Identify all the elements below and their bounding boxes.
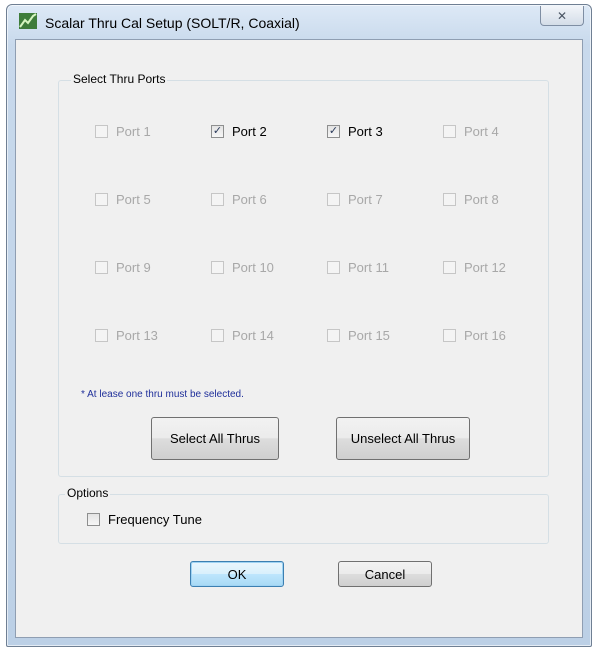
port-checkbox-11[interactable]: Port 11	[327, 260, 389, 275]
port-label: Port 6	[232, 192, 267, 207]
thru-ports-group-label: Select Thru Ports	[71, 72, 168, 86]
ok-button[interactable]: OK	[190, 561, 284, 587]
port-checkbox-3[interactable]: ✓ Port 3	[327, 124, 383, 139]
port-checkbox-2[interactable]: ✓ Port 2	[211, 124, 267, 139]
window-title: Scalar Thru Cal Setup (SOLT/R, Coaxial)	[45, 15, 300, 31]
checkbox-box[interactable]	[443, 193, 456, 206]
port-label: Port 9	[116, 260, 151, 275]
port-label: Port 4	[464, 124, 499, 139]
port-checkbox-13[interactable]: Port 13	[95, 328, 158, 343]
port-checkbox-9[interactable]: Port 9	[95, 260, 151, 275]
close-button[interactable]: ✕	[540, 6, 584, 26]
port-checkbox-5[interactable]: Port 5	[95, 192, 151, 207]
port-label: Port 1	[116, 124, 151, 139]
port-label: Port 15	[348, 328, 390, 343]
checkbox-box-checked[interactable]: ✓	[327, 125, 340, 138]
checkbox-box[interactable]	[211, 261, 224, 274]
frequency-tune-label: Frequency Tune	[108, 512, 202, 527]
checkbox-box-checked[interactable]: ✓	[211, 125, 224, 138]
checkbox-box[interactable]	[95, 261, 108, 274]
dialog-window: Scalar Thru Cal Setup (SOLT/R, Coaxial) …	[6, 4, 592, 647]
port-checkbox-16[interactable]: Port 16	[443, 328, 506, 343]
port-checkbox-10[interactable]: Port 10	[211, 260, 274, 275]
app-logo-icon	[19, 13, 37, 29]
port-label: Port 2	[232, 124, 267, 139]
checkbox-box[interactable]	[95, 125, 108, 138]
dialog-body: Select Thru Ports Port 1 ✓ Port 2 ✓ Port…	[15, 39, 583, 638]
select-all-thrus-button[interactable]: Select All Thrus	[151, 417, 279, 460]
checkbox-box[interactable]	[327, 329, 340, 342]
port-checkbox-4[interactable]: Port 4	[443, 124, 499, 139]
title-bar[interactable]: Scalar Thru Cal Setup (SOLT/R, Coaxial) …	[7, 5, 591, 39]
port-label: Port 12	[464, 260, 506, 275]
port-label: Port 7	[348, 192, 383, 207]
port-checkbox-1[interactable]: Port 1	[95, 124, 151, 139]
port-label: Port 10	[232, 260, 274, 275]
port-label: Port 13	[116, 328, 158, 343]
checkbox-box[interactable]	[443, 329, 456, 342]
frequency-tune-checkbox[interactable]: Frequency Tune	[87, 512, 202, 527]
port-label: Port 3	[348, 124, 383, 139]
port-checkbox-6[interactable]: Port 6	[211, 192, 267, 207]
options-group: Options Frequency Tune	[58, 486, 549, 544]
checkbox-box[interactable]	[95, 329, 108, 342]
checkbox-box[interactable]	[95, 193, 108, 206]
checkbox-box[interactable]	[87, 513, 100, 526]
port-checkbox-14[interactable]: Port 14	[211, 328, 274, 343]
port-label: Port 5	[116, 192, 151, 207]
checkbox-box[interactable]	[327, 193, 340, 206]
checkbox-box[interactable]	[211, 193, 224, 206]
cancel-button[interactable]: Cancel	[338, 561, 432, 587]
port-label: Port 14	[232, 328, 274, 343]
close-icon: ✕	[556, 8, 568, 23]
checkbox-box[interactable]	[327, 261, 340, 274]
selection-note: * At lease one thru must be selected.	[81, 389, 244, 400]
unselect-all-thrus-button[interactable]: Unselect All Thrus	[336, 417, 470, 460]
port-checkbox-12[interactable]: Port 12	[443, 260, 506, 275]
port-label: Port 8	[464, 192, 499, 207]
thru-ports-group: Select Thru Ports Port 1 ✓ Port 2 ✓ Port…	[58, 72, 549, 477]
port-label: Port 11	[348, 260, 389, 275]
port-checkbox-15[interactable]: Port 15	[327, 328, 390, 343]
checkbox-box[interactable]	[443, 125, 456, 138]
port-checkbox-7[interactable]: Port 7	[327, 192, 383, 207]
checkbox-box[interactable]	[443, 261, 456, 274]
checkbox-box[interactable]	[211, 329, 224, 342]
port-checkbox-8[interactable]: Port 8	[443, 192, 499, 207]
options-group-label: Options	[65, 486, 111, 500]
port-label: Port 16	[464, 328, 506, 343]
